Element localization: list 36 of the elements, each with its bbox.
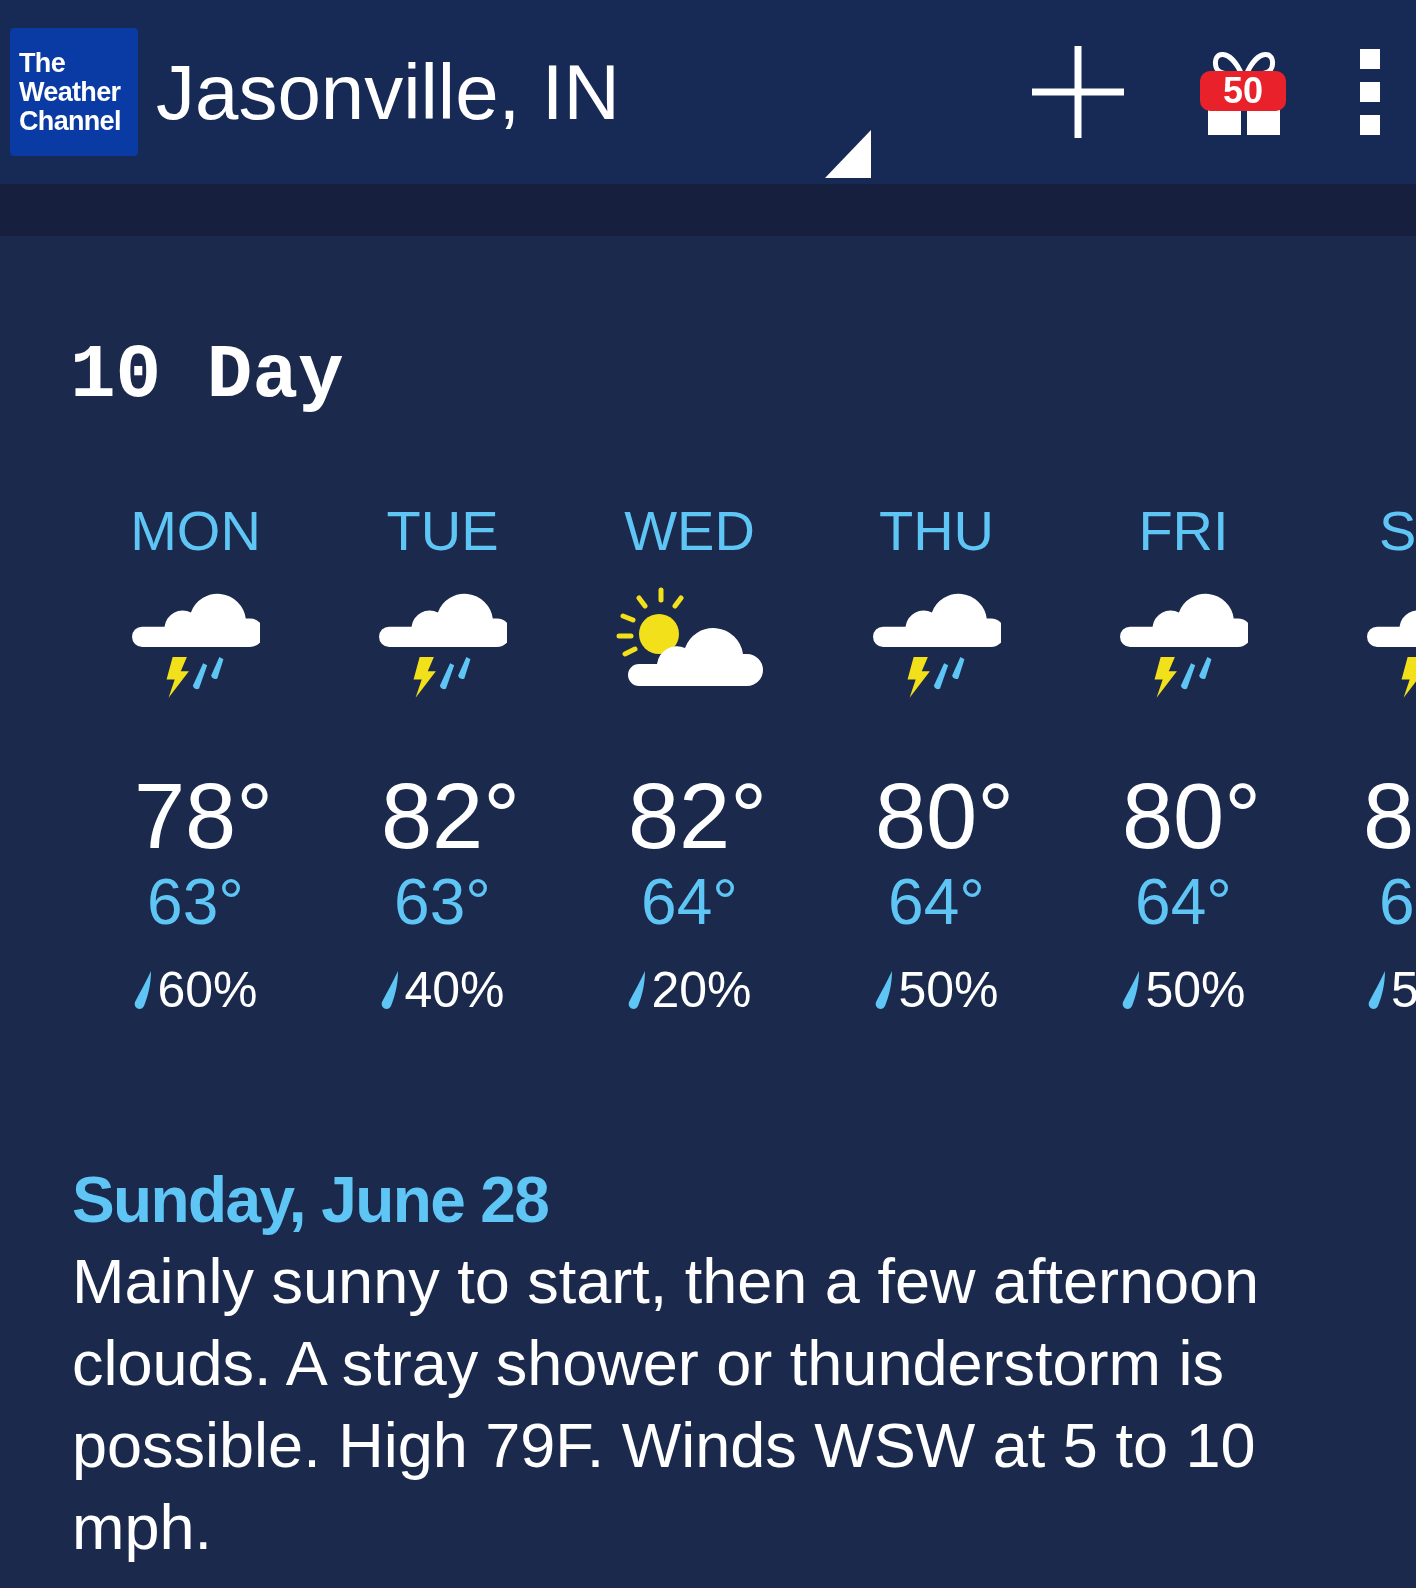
- low-temperature: 6: [1379, 866, 1415, 938]
- location-title[interactable]: Jasonville, IN: [156, 47, 620, 137]
- logo-text: The: [19, 48, 66, 78]
- more-options-icon[interactable]: [1360, 49, 1380, 135]
- add-icon[interactable]: [1030, 44, 1126, 140]
- day-label: MON: [130, 498, 261, 564]
- precipitation-chance: 40%: [404, 961, 505, 1020]
- dropdown-corner-icon[interactable]: [825, 130, 871, 178]
- low-temperature: 63°: [394, 866, 491, 938]
- day-label: WED: [624, 498, 755, 564]
- day-label: THU: [878, 498, 995, 564]
- high-temperature: 82°: [626, 766, 768, 866]
- forecast-description: Mainly sunny to start, then a few afternoon clouds. A stray shower or thunderstorm is possible. High 79F. Winds WSW at 5 to 10 mph.: [72, 1245, 1261, 1564]
- low-temperature: 63°: [147, 866, 244, 938]
- precipitation-chance: 50%: [1145, 961, 1246, 1020]
- high-temperature: 80°: [1120, 766, 1262, 866]
- forecast-date: Sunday, June 28: [72, 1163, 550, 1238]
- logo-text: Channel: [19, 106, 122, 136]
- precipitation-chance: 60%: [157, 961, 258, 1020]
- high-temperature: 8: [1363, 766, 1415, 866]
- day-label: FRI: [1138, 498, 1229, 564]
- low-temperature: 64°: [1135, 866, 1232, 938]
- low-temperature: 64°: [641, 866, 738, 938]
- precipitation-chance: 5: [1391, 961, 1416, 1020]
- day-label: TUE: [386, 498, 499, 564]
- high-temperature: 78°: [132, 766, 274, 866]
- precipitation-chance: 20%: [651, 961, 752, 1020]
- gift-badge: 50: [1200, 71, 1286, 111]
- section-title: 10 Day: [70, 332, 345, 421]
- low-temperature: 64°: [888, 866, 985, 938]
- logo[interactable]: The Weather Channel: [10, 28, 138, 156]
- day-label: S: [1379, 498, 1416, 564]
- logo-text: Weather: [19, 77, 122, 107]
- high-temperature: 82°: [379, 766, 521, 866]
- precipitation-chance: 50%: [898, 961, 999, 1020]
- high-temperature: 80°: [873, 766, 1015, 866]
